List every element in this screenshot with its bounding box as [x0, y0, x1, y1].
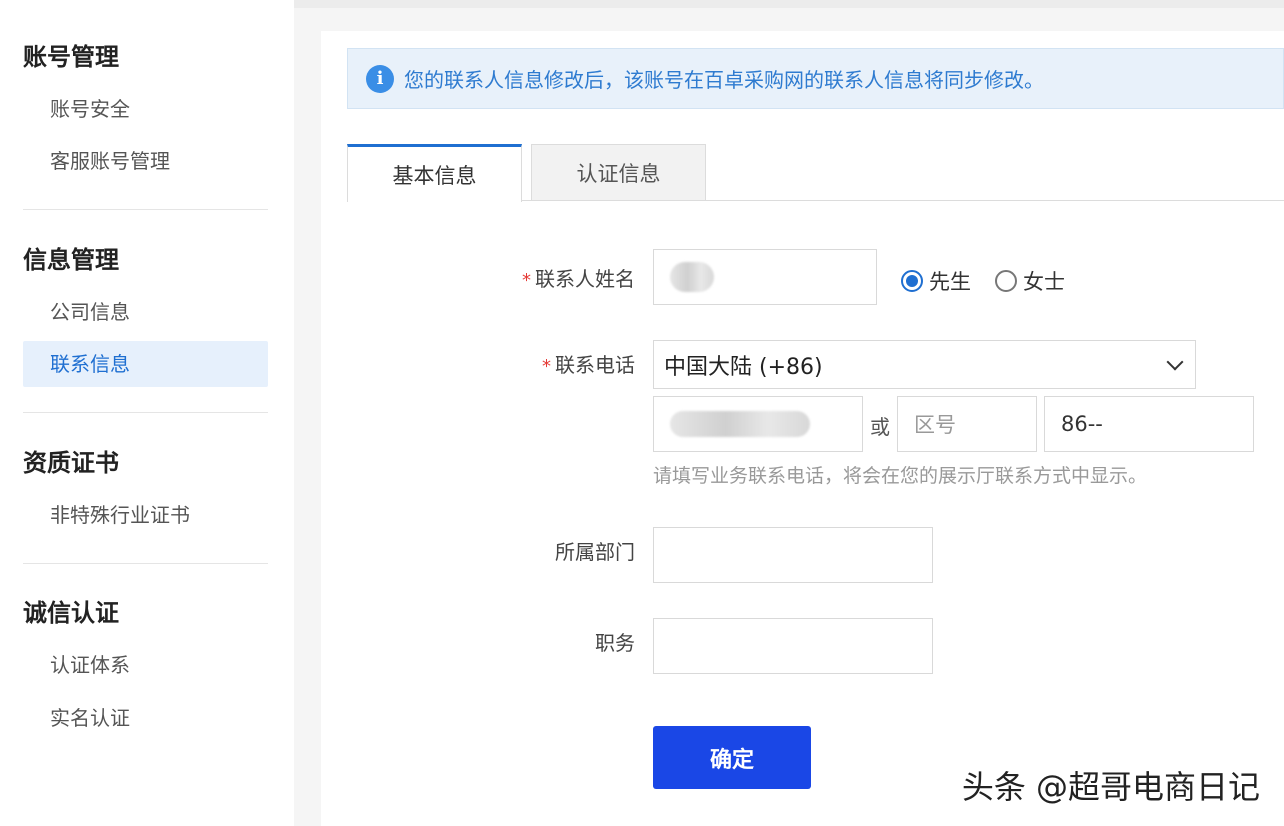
tab-basic-info[interactable]: 基本信息	[347, 144, 522, 202]
contact-name-label: *联系人姓名	[522, 263, 635, 292]
required-mark: *	[542, 356, 551, 377]
sidebar: 账号管理 账号安全 客服账号管理 信息管理 公司信息 联系信息 资质证书 非特殊…	[0, 0, 294, 826]
submit-button[interactable]: 确定	[653, 726, 811, 789]
tab-bar: 基本信息 认证信息	[347, 144, 1284, 201]
sidebar-item-contact-info[interactable]: 联系信息	[23, 341, 268, 387]
gender-radio-ms[interactable]: 女士	[995, 266, 1065, 296]
country-code-value: 中国大陆 (+86)	[664, 349, 823, 381]
sidebar-item-realname-auth[interactable]: 实名认证	[23, 695, 268, 741]
sidebar-divider	[23, 209, 268, 210]
sidebar-divider	[23, 412, 268, 413]
position-label: 职务	[595, 627, 635, 656]
sidebar-group-info: 信息管理	[23, 243, 268, 277]
sidebar-group-title: 信息管理	[23, 243, 268, 277]
department-input[interactable]	[653, 527, 933, 583]
notice-text: 您的联系人信息修改后，该账号在百卓采购网的联系人信息将同步修改。	[404, 64, 1044, 93]
sidebar-item-company-info[interactable]: 公司信息	[23, 289, 268, 335]
position-input[interactable]	[653, 618, 933, 674]
mobile-input[interactable]	[653, 396, 863, 452]
redacted-value	[670, 411, 810, 437]
landline-input[interactable]: 86--	[1044, 396, 1254, 452]
info-notice: i 您的联系人信息修改后，该账号在百卓采购网的联系人信息将同步修改。	[347, 48, 1284, 109]
redacted-value	[670, 262, 714, 292]
sidebar-item-account-security[interactable]: 账号安全	[23, 86, 268, 132]
sidebar-item-service-accounts[interactable]: 客服账号管理	[23, 138, 268, 184]
contact-name-input[interactable]	[653, 249, 877, 305]
phone-label: *联系电话	[542, 349, 635, 378]
gender-option-mr: 先生	[929, 266, 971, 296]
phone-hint: 请填写业务联系电话，将会在您的展示厅联系方式中显示。	[653, 461, 1147, 488]
sidebar-group-title: 诚信认证	[23, 596, 268, 630]
department-label: 所属部门	[555, 536, 635, 565]
watermark: 头条 @超哥电商日记	[962, 762, 1260, 808]
phone-label-text: 联系电话	[555, 353, 635, 377]
sidebar-item-cert-system[interactable]: 认证体系	[23, 642, 268, 688]
area-code-input[interactable]: 区号	[897, 396, 1037, 452]
contact-name-label-text: 联系人姓名	[535, 267, 635, 291]
required-mark: *	[522, 270, 531, 291]
sidebar-divider	[23, 563, 268, 564]
main-panel: i 您的联系人信息修改后，该账号在百卓采购网的联系人信息将同步修改。 基本信息 …	[321, 31, 1284, 826]
sidebar-item-industry-certs[interactable]: 非特殊行业证书	[23, 492, 268, 538]
gender-radio-mr[interactable]: 先生	[901, 266, 971, 296]
sidebar-group-credit: 诚信认证	[23, 596, 268, 630]
gender-option-ms: 女士	[1023, 266, 1065, 296]
or-text: 或	[870, 411, 890, 440]
top-bar	[294, 0, 1284, 8]
sidebar-group-title: 账号管理	[23, 40, 268, 74]
landline-value: 86--	[1061, 412, 1103, 436]
chevron-down-icon	[1167, 354, 1184, 371]
sidebar-group-account: 账号管理	[23, 40, 268, 74]
info-icon: i	[366, 65, 394, 93]
tab-certification-info[interactable]: 认证信息	[531, 144, 706, 201]
radio-checked-icon	[901, 270, 923, 292]
radio-unchecked-icon	[995, 270, 1017, 292]
sidebar-group-title: 资质证书	[23, 446, 268, 480]
sidebar-group-certificates: 资质证书	[23, 446, 268, 480]
area-code-placeholder: 区号	[914, 409, 956, 439]
country-code-select[interactable]: 中国大陆 (+86)	[653, 340, 1196, 389]
